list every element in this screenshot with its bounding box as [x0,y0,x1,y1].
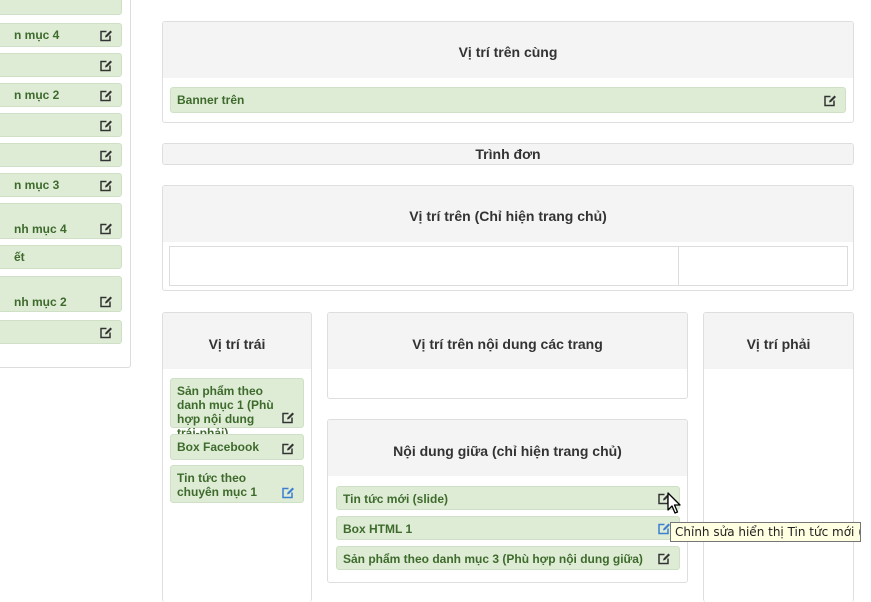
edit-icon[interactable] [99,326,113,339]
sidebar-module[interactable] [0,113,122,137]
module-box-html-1[interactable]: Box HTML 1 [336,516,680,540]
module-label: Tin tức theo chuyên mục 1 [177,471,258,499]
position-top-home: Vị trí trên (Chỉ hiện trang chủ) [162,185,854,291]
sidebar-module[interactable]: nh mục 4 (Phủ ) [0,203,122,239]
edit-icon[interactable] [99,59,113,72]
position-right: Vị trí phải [703,312,854,602]
position-menu: Trình đơn [162,143,854,165]
edit-tooltip: Chỉnh sửa hiển thị Tin tức mới (slide) [670,522,861,542]
position-top-most: Vị trí trên cùng Banner trên [162,21,854,123]
module-label: n mục 4 [14,28,60,42]
edit-icon[interactable] [657,522,671,535]
tooltip-text: Chỉnh sửa hiển thị Tin tức mới (slide) [675,525,860,539]
edit-icon[interactable] [99,179,113,192]
sidebar-module[interactable]: n mục 2 [0,83,122,107]
edit-icon[interactable] [99,89,113,102]
module-label: nh mục 2 (Phủ phải) [14,295,67,311]
position-title: Trình đơn [163,144,853,164]
position-title: Vị trí phải [704,313,853,369]
module-news-cat1[interactable]: Tin tức theo chuyên mục 1 [170,465,304,503]
sidebar-module[interactable]: n mục 4 [0,23,122,47]
position-title: Vị trí trên (Chỉ hiện trang chủ) [163,186,853,242]
module-box-facebook[interactable]: Box Facebook [170,434,304,460]
module-label: Banner trên [177,93,245,107]
sidebar-module[interactable]: nh mục 2 (Phủ phải) [0,276,122,312]
drop-zone [169,246,679,286]
module-label: n mục 2 [14,88,60,102]
module-latest-news[interactable]: Tin tức mới (slide) [336,486,680,510]
edit-icon[interactable] [99,295,113,308]
module-label: ết [14,250,25,264]
position-top-content: Vị trí trên nội dung các trang [327,312,688,399]
module-label: Box HTML 1 [343,522,413,536]
position-left: Vị trí trái Sản phẩm theo danh mục 1 (Ph… [162,312,312,602]
position-title: Vị trí trên nội dung các trang [328,313,687,369]
edit-icon[interactable] [281,442,295,455]
module-label: n mục 3 [14,178,60,192]
drop-zone [678,246,848,286]
module-list-sidebar: n mục 4 n mục 2 n mục 3 nh mục 4 (Phủ ) … [0,0,131,368]
pointer-cursor-icon [664,491,682,517]
edit-icon[interactable] [823,94,837,107]
sidebar-module[interactable] [0,320,122,344]
module-label: Tin tức mới (slide) [343,492,449,506]
position-title: Vị trí trên cùng [163,22,853,78]
sidebar-module[interactable] [0,53,122,77]
sidebar-module[interactable]: n mục 3 [0,173,122,197]
position-title: Vị trí trái [163,313,311,369]
module-label: nh mục 4 (Phủ ) [14,222,67,238]
module-banner-top[interactable]: Banner trên [170,87,846,113]
edit-icon[interactable] [281,486,295,499]
module-label: Sản phẩm theo danh mục 1 (Phù hợp nội du… [177,384,274,440]
position-middle: Nội dung giữa (chỉ hiện trang chủ) Tin t… [327,419,688,583]
edit-icon[interactable] [99,149,113,162]
edit-icon[interactable] [657,552,671,565]
sidebar-module[interactable]: ết [0,245,122,269]
edit-icon[interactable] [99,119,113,132]
module-products-cat3[interactable]: Sản phẩm theo danh mục 3 (Phù hợp nội du… [336,546,680,570]
sidebar-module[interactable] [0,0,122,15]
module-label: Sản phẩm theo danh mục 3 (Phù hợp nội du… [343,552,643,566]
module-label: Box Facebook [177,440,260,454]
sidebar-module[interactable] [0,143,122,167]
edit-icon[interactable] [99,222,113,235]
position-title: Nội dung giữa (chỉ hiện trang chủ) [328,420,687,476]
module-products-cat1[interactable]: Sản phẩm theo danh mục 1 (Phù hợp nội du… [170,378,304,440]
edit-icon[interactable] [99,29,113,42]
edit-icon[interactable] [281,411,295,424]
